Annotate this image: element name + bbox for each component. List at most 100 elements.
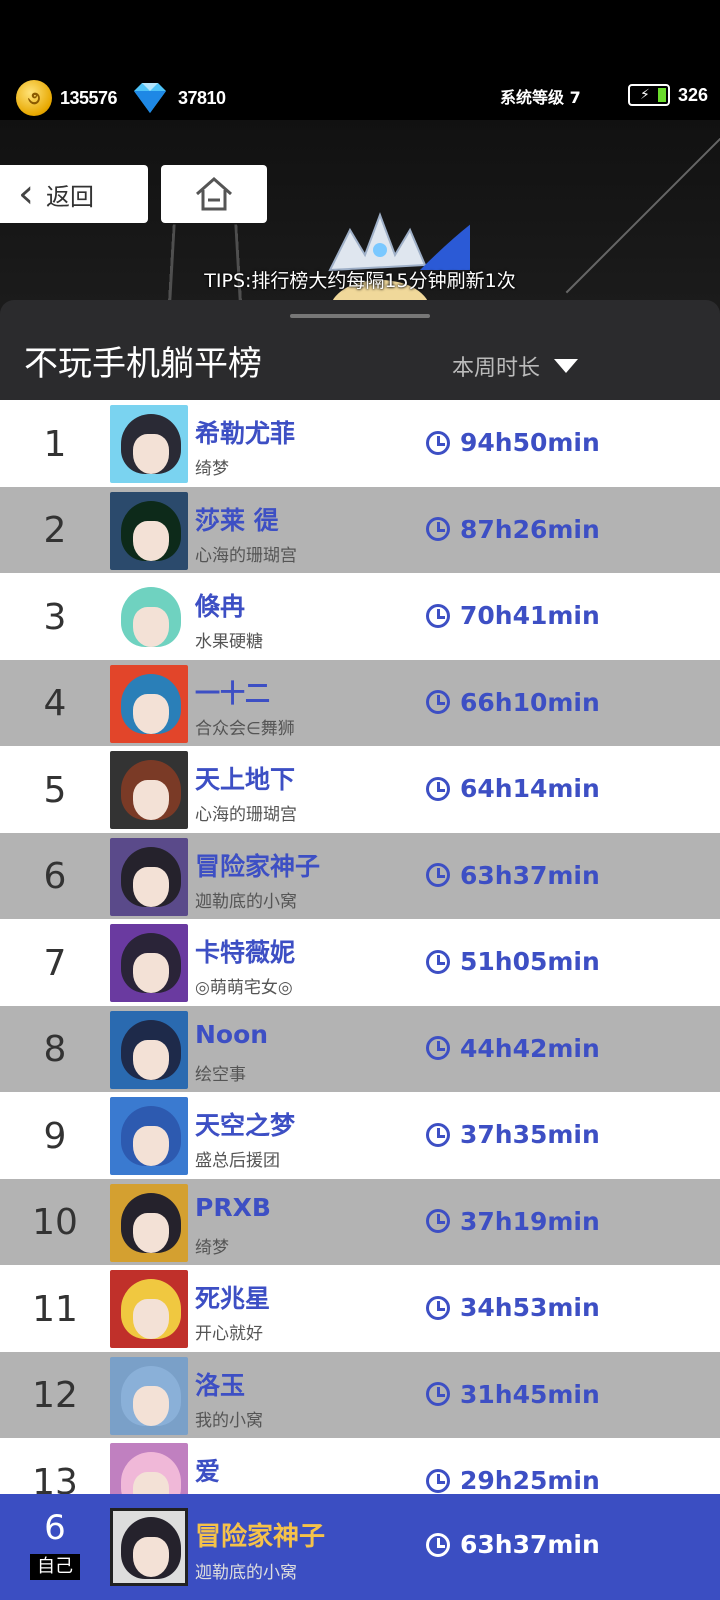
- system-level: 系统等级 7: [500, 88, 581, 107]
- time-value: 37h35min: [460, 1120, 600, 1149]
- avatar[interactable]: [110, 751, 188, 829]
- avatar[interactable]: [110, 1010, 188, 1089]
- table-row[interactable]: 13 爱 29h25min: [0, 1438, 720, 1495]
- play-time: 87h26min: [426, 515, 600, 544]
- avatar[interactable]: [110, 1356, 188, 1435]
- rank-number: 9: [43, 1115, 67, 1157]
- avatar[interactable]: [110, 664, 188, 743]
- clock-icon: [426, 690, 450, 714]
- play-time: 37h35min: [426, 1120, 600, 1149]
- time-value: 63h37min: [460, 860, 600, 890]
- clock-icon: [426, 1382, 450, 1406]
- player-name: 卡特薇妮: [195, 938, 296, 967]
- rank-number: 10: [32, 1202, 78, 1243]
- clock-icon: [426, 776, 450, 801]
- table-row[interactable]: 2 莎莱 徥心海的珊瑚宫 87h26min: [0, 486, 720, 575]
- period-dropdown[interactable]: 本周时长: [452, 350, 579, 382]
- player-name: 爱: [195, 1457, 221, 1486]
- table-row[interactable]: 8 Noon 绘空事 44h42min: [0, 1005, 720, 1094]
- avatar[interactable]: [110, 1097, 188, 1175]
- guild-name: 绮梦: [195, 459, 229, 479]
- table-row[interactable]: 3 倏冉 水果硬糖 70h41min: [0, 573, 720, 661]
- energy-counter[interactable]: ⚡ 326: [628, 84, 708, 106]
- coin-counter[interactable]: ૭ 135576: [16, 80, 118, 116]
- time-value: 70h41min: [460, 601, 600, 630]
- avatar-face: [133, 607, 169, 647]
- table-row[interactable]: 5 天上地下 心海的珊瑚宫 64h14min: [0, 746, 720, 834]
- gem-value: 37810: [178, 87, 226, 108]
- table-row[interactable]: 1 希勒尤菲 绮梦 94h50min: [0, 400, 720, 488]
- clock-icon: [426, 863, 450, 887]
- guild-name: 水果硬糖: [195, 632, 263, 652]
- clock-icon: [426, 1122, 450, 1147]
- player-name: PRXB: [195, 1192, 271, 1222]
- time-value: 37h19min: [460, 1206, 600, 1236]
- avatar[interactable]: [110, 578, 188, 656]
- table-row[interactable]: 10 PRXB 绮梦 37h19min: [0, 1178, 720, 1267]
- avatar-face: [133, 1212, 169, 1253]
- gem-counter[interactable]: 37810: [130, 80, 226, 116]
- avatar-face: [133, 520, 169, 561]
- guild-name: 迦勒底的小窝: [195, 891, 297, 912]
- clock-icon: [426, 517, 450, 541]
- ranking-list[interactable]: 1 希勒尤菲 绮梦 94h50min 2 莎莱 徥心海的珊瑚宫 87h26min 3 倏冉 水果硬…: [0, 400, 720, 1495]
- drag-handle[interactable]: [290, 314, 430, 318]
- avatar[interactable]: [110, 1183, 188, 1262]
- time-value: 66h10min: [460, 687, 600, 717]
- avatar[interactable]: [110, 491, 188, 570]
- player-name: 洛玉: [195, 1370, 246, 1400]
- play-time: 37h19min: [426, 1207, 600, 1236]
- table-row[interactable]: 4 一十二 合众会∈舞狮 66h10min: [0, 659, 720, 748]
- avatar-face: [133, 693, 169, 734]
- guild-name: 心海的珊瑚宫: [195, 545, 297, 566]
- clock-icon: [426, 1532, 450, 1557]
- time-value: 31h45min: [460, 1379, 600, 1409]
- table-row[interactable]: 12 洛玉 我的小窝 31h45min: [0, 1351, 720, 1440]
- avatar-face: [133, 434, 169, 474]
- play-time: 29h25min: [426, 1466, 600, 1495]
- play-time: 34h53min: [426, 1293, 600, 1322]
- table-row[interactable]: 7 卡特薇妮 ◎萌萌宅女◎ 51h05min: [0, 919, 720, 1007]
- diamond-icon: [134, 83, 166, 113]
- time-value: 34h53min: [460, 1293, 600, 1322]
- guild-name: 开心就好: [195, 1324, 263, 1344]
- player-name: 冒险家神子: [195, 851, 321, 881]
- rank-number: 13: [32, 1461, 78, 1496]
- avatar[interactable]: [110, 405, 188, 483]
- table-row[interactable]: 6 冒险家神子迦勒底的小窝 63h37min: [0, 832, 720, 921]
- self-rank-bar[interactable]: 6 自己 冒险家神子 迦勒底的小窝 63h37min: [0, 1494, 720, 1600]
- back-label: 返回: [46, 182, 94, 211]
- clock-icon: [426, 603, 450, 628]
- play-time: 51h05min: [426, 947, 600, 976]
- avatar[interactable]: [110, 924, 188, 1002]
- back-button[interactable]: ‹ 返回: [0, 165, 148, 223]
- time-value: 87h26min: [460, 514, 600, 544]
- table-row[interactable]: 11 死兆星 开心就好 34h53min: [0, 1265, 720, 1353]
- self-avatar[interactable]: [110, 1508, 188, 1586]
- player-name: 莎莱 徥: [195, 505, 279, 535]
- avatar-face: [133, 1126, 169, 1166]
- player-name: 一十二: [195, 678, 271, 708]
- self-name: 冒险家神子: [195, 1522, 326, 1552]
- clock-icon: [426, 1468, 450, 1493]
- self-time-value: 63h37min: [460, 1530, 600, 1559]
- status-bar: ૭ 135576 37810 系统等级 7 ⚡ 326: [0, 0, 720, 130]
- avatar[interactable]: [110, 837, 188, 916]
- self-guild: 迦勒底的小窝: [195, 1563, 297, 1583]
- clock-icon: [426, 1295, 450, 1320]
- table-row[interactable]: 9 天空之梦 盛总后援团 37h35min: [0, 1092, 720, 1180]
- play-time: 44h42min: [426, 1034, 600, 1063]
- self-tag: 自己: [30, 1554, 80, 1580]
- energy-value: 326: [678, 84, 709, 105]
- time-value: 64h14min: [460, 774, 600, 803]
- rank-number: 11: [32, 1288, 78, 1330]
- self-time: 63h37min: [426, 1530, 600, 1559]
- player-name: 天空之梦: [195, 1111, 296, 1140]
- avatar-face: [133, 780, 169, 820]
- rank-number: 6: [43, 856, 67, 897]
- guild-name: 绘空事: [195, 1064, 246, 1085]
- avatar[interactable]: [110, 1270, 188, 1348]
- avatar[interactable]: [110, 1443, 188, 1495]
- clock-icon: [426, 949, 450, 974]
- home-button[interactable]: [161, 165, 267, 223]
